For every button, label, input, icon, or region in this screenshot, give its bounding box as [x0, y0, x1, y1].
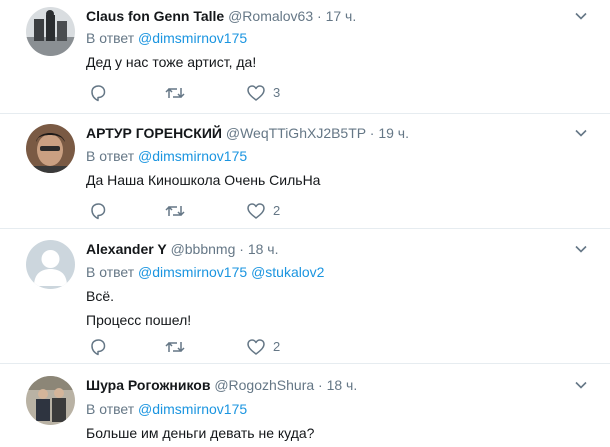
like-count: 2	[273, 203, 281, 218]
author-name[interactable]: Шура Рогожников	[86, 377, 210, 393]
avatar[interactable]	[26, 376, 75, 425]
avatar[interactable]	[26, 7, 75, 56]
tweet-time[interactable]: 17 ч.	[326, 8, 357, 24]
chevron-down-icon[interactable]	[574, 126, 588, 140]
tweet-time[interactable]: 18 ч.	[327, 377, 358, 393]
author-handle[interactable]: @RogozhShura	[214, 377, 314, 393]
reply-icon	[91, 85, 106, 102]
retweet-icon	[165, 87, 185, 99]
retweet-icon	[165, 341, 185, 353]
mention-link[interactable]: @dimsmirnov175	[138, 264, 247, 280]
like-icon	[247, 85, 265, 101]
author-name[interactable]: Alexander Y	[86, 241, 167, 257]
like-count: 3	[273, 85, 281, 100]
tweet[interactable]: Claus fon Genn Talle @Romalov63 · 17 ч. …	[0, 0, 610, 114]
like-count: 2	[273, 339, 281, 354]
mention-link[interactable]: @stukalov2	[251, 264, 324, 280]
tweet-time[interactable]: 19 ч.	[378, 125, 409, 141]
tweet[interactable]: Alexander Y @bbbnmg · 18 ч. В ответ @dim…	[0, 229, 610, 364]
reply-context: В ответ @dimsmirnov175 @stukalov2	[86, 264, 325, 280]
tweet-time[interactable]: 18 ч.	[248, 241, 279, 257]
mention-link[interactable]: @dimsmirnov175	[138, 401, 247, 417]
tweet-actions: 2	[86, 201, 316, 221]
tweet-header: Claus fon Genn Talle @Romalov63 · 17 ч.	[86, 8, 357, 24]
avatar[interactable]	[26, 240, 75, 289]
tweet[interactable]: АРТУР ГОРЕНСКИЙ @WeqTTiGhXJ2B5TP · 19 ч.…	[0, 114, 610, 229]
tweet-actions: 3	[86, 83, 316, 103]
chevron-down-icon[interactable]	[574, 242, 588, 256]
mention-link[interactable]: @dimsmirnov175	[138, 30, 247, 46]
chevron-down-icon[interactable]	[574, 378, 588, 392]
retweet-icon	[165, 205, 185, 217]
tweet-header: АРТУР ГОРЕНСКИЙ @WeqTTiGhXJ2B5TP · 19 ч.	[86, 125, 409, 141]
reply-context: В ответ @dimsmirnov175	[86, 30, 248, 46]
tweet-text: Больше им деньги девать не куда?	[86, 425, 315, 441]
author-handle[interactable]: @bbbnmg	[171, 241, 236, 257]
tweet-text: Да Наша Киношкола Очень СильНа	[86, 172, 321, 188]
chevron-down-icon[interactable]	[574, 9, 588, 23]
like-icon	[247, 203, 265, 219]
mention-link[interactable]: @dimsmirnov175	[138, 148, 247, 164]
avatar[interactable]	[26, 124, 75, 173]
author-name[interactable]: Claus fon Genn Talle	[86, 8, 224, 24]
tweet-text: Всё. Процесс пошел!	[86, 288, 192, 328]
like-icon	[247, 339, 265, 355]
tweet-actions: 2	[86, 337, 316, 357]
author-handle[interactable]: @Romalov63	[228, 8, 313, 24]
reply-icon	[91, 203, 106, 220]
tweet-header: Alexander Y @bbbnmg · 18 ч.	[86, 241, 279, 257]
tweet-header: Шура Рогожников @RogozhShura · 18 ч.	[86, 377, 358, 393]
reply-context: В ответ @dimsmirnov175	[86, 401, 248, 417]
author-name[interactable]: АРТУР ГОРЕНСКИЙ	[86, 125, 222, 141]
reply-context: В ответ @dimsmirnov175	[86, 148, 248, 164]
reply-icon	[91, 339, 106, 356]
tweet-text: Дед у нас тоже артист, да!	[86, 54, 257, 70]
tweet[interactable]: Шура Рогожников @RogozhShura · 18 ч. В о…	[0, 364, 610, 447]
author-handle[interactable]: @WeqTTiGhXJ2B5TP	[226, 125, 366, 141]
